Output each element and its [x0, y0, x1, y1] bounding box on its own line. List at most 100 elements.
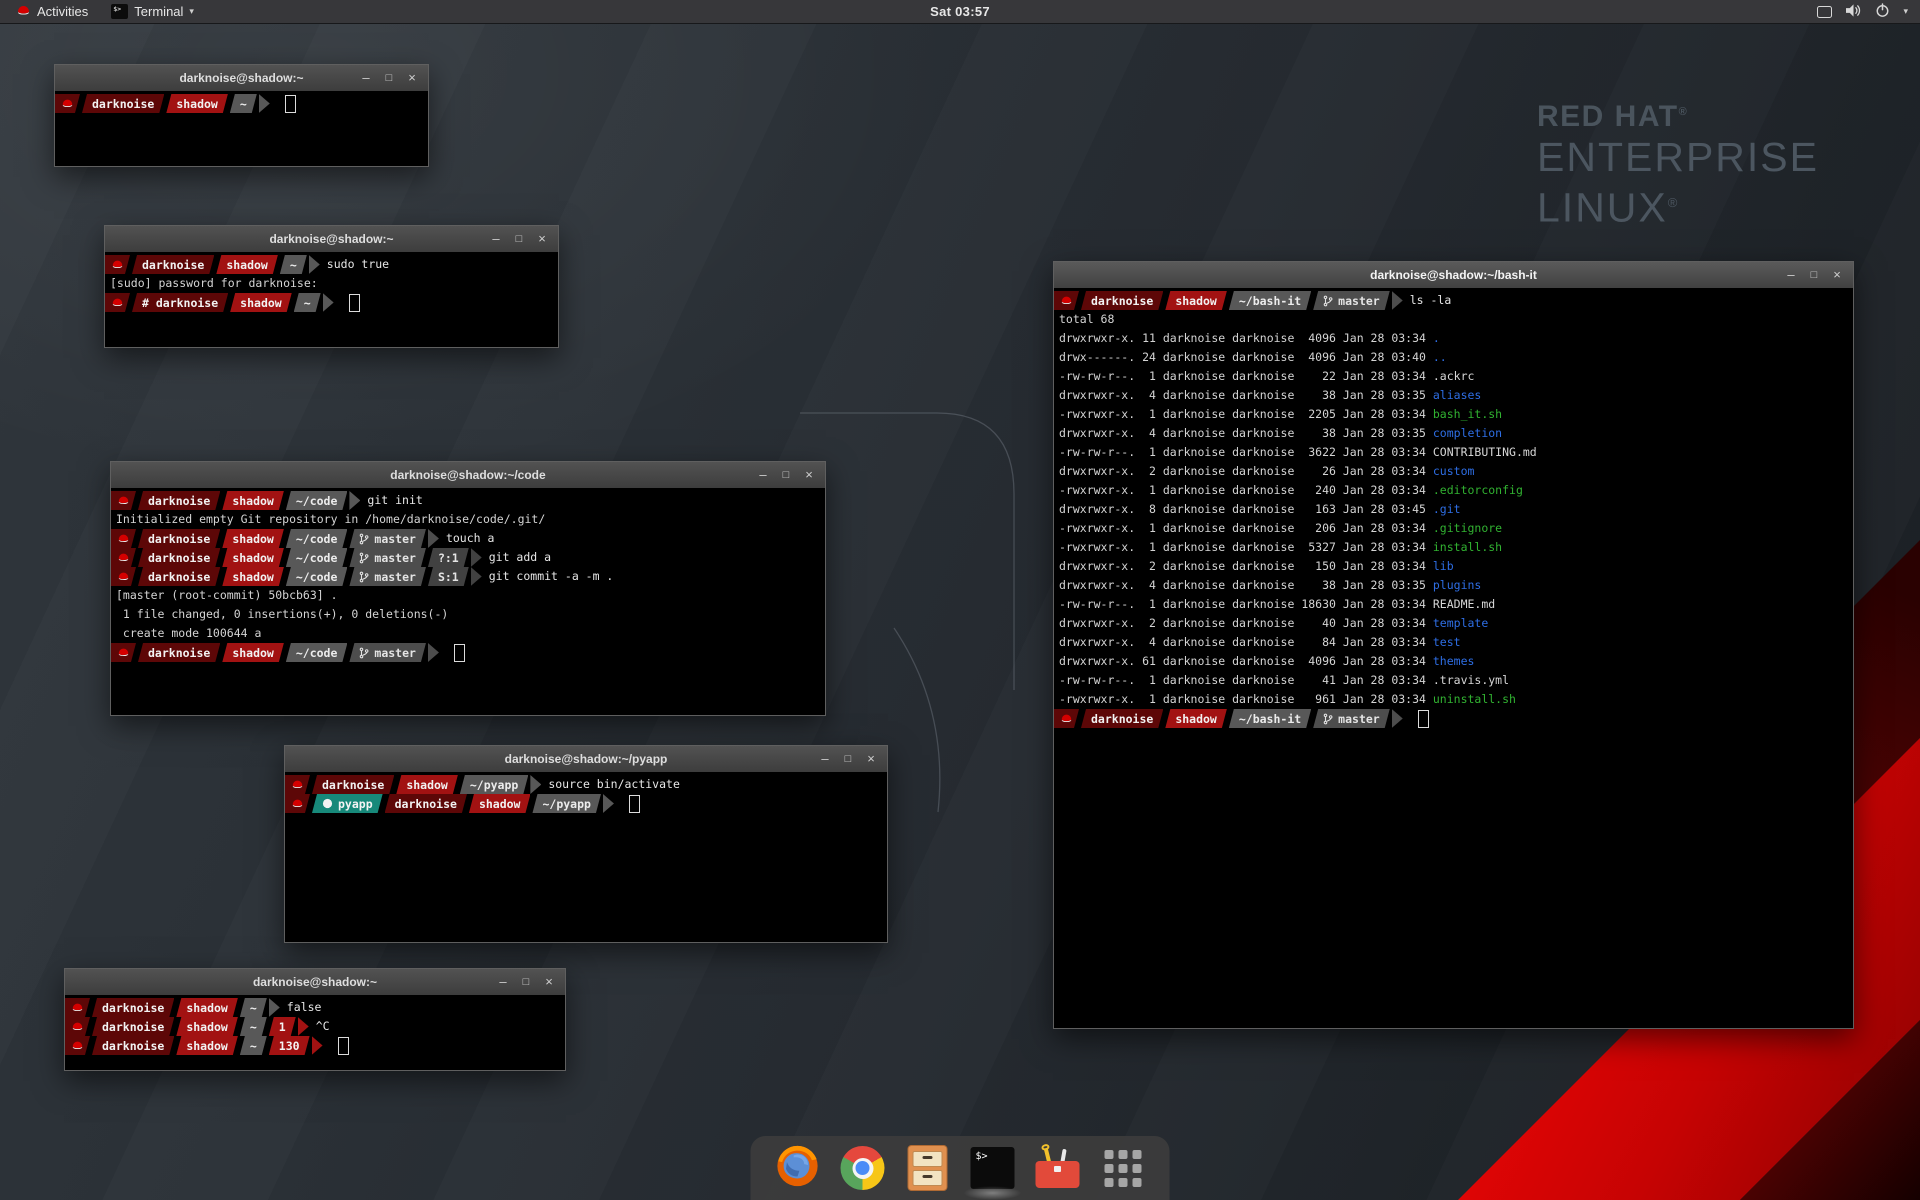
close-button[interactable]: ×	[405, 71, 419, 85]
app-menu-button[interactable]: $> Terminal ▾	[102, 0, 203, 23]
prompt-segment-user: darknoise	[1081, 291, 1163, 310]
redhat-icon	[1060, 294, 1073, 307]
prompt-segment-hat	[1054, 291, 1079, 310]
terminal-content[interactable]: darknoiseshadow~sudo true[sudo] password…	[105, 252, 558, 347]
prompt-segment-path: ~	[230, 94, 257, 113]
maximize-button[interactable]: □	[841, 752, 855, 766]
terminal-prompt-line: pyappdarknoiseshadow~/pyapp	[285, 794, 887, 813]
chevron-down-icon: ▾	[189, 6, 194, 17]
minimize-button[interactable]: –	[756, 468, 770, 482]
dock: $>	[751, 1136, 1170, 1200]
prompt-segment-host: shadow	[222, 529, 284, 548]
close-button[interactable]: ×	[535, 232, 549, 246]
minimize-button[interactable]: –	[1784, 268, 1798, 282]
terminal-prompt-line: darknoiseshadow~false	[65, 998, 565, 1017]
terminal-content[interactable]: darknoiseshadow~falsedarknoiseshadow~1^C…	[65, 995, 565, 1070]
activities-button[interactable]: Activities	[8, 0, 96, 23]
git-branch-icon	[1323, 713, 1333, 725]
terminal-content[interactable]: darknoiseshadow~/pyappsource bin/activat…	[285, 772, 887, 942]
window-title: darknoise@shadow:~/pyapp	[505, 752, 668, 766]
typed-command: false	[287, 998, 322, 1017]
file-attributes: drwxrwxr-x. 2 darknoise darknoise 150 Ja…	[1059, 559, 1433, 573]
terminal-cursor	[338, 1037, 349, 1055]
rhel-logo-brand: RED HAT®	[1537, 100, 1819, 134]
minimize-button[interactable]: –	[496, 975, 510, 989]
prompt-arrow-icon	[1392, 709, 1403, 728]
maximize-button[interactable]: □	[1807, 268, 1821, 282]
maximize-button[interactable]: □	[382, 71, 396, 85]
dock-item-chrome[interactable]	[840, 1145, 886, 1191]
prompt-segment-host: shadow	[396, 775, 458, 794]
prompt-segment-path: ~	[280, 255, 307, 274]
terminal-prompt-line: darknoiseshadow~/pyappsource bin/activat…	[285, 775, 887, 794]
titlebar[interactable]: darknoise@shadow:~ –□ ×	[65, 969, 565, 996]
file-name: .ackrc	[1433, 369, 1475, 383]
close-button[interactable]: ×	[802, 468, 816, 482]
file-name: template	[1433, 616, 1488, 630]
maximize-button[interactable]: □	[519, 975, 533, 989]
prompt-segment-path: ~/pyapp	[460, 775, 528, 794]
file-attributes: drwxrwxr-x. 4 darknoise darknoise 38 Jan…	[1059, 388, 1433, 402]
prompt-arrow-icon	[428, 529, 439, 548]
terminal-window-code: darknoise@shadow:~/code–□×darknoiseshado…	[110, 461, 826, 716]
file-attributes: drwx------. 24 darknoise darknoise 4096 …	[1059, 350, 1433, 364]
maximize-button[interactable]: □	[779, 468, 793, 482]
terminal-content[interactable]: darknoiseshadow~	[55, 91, 428, 166]
power-icon[interactable]	[1875, 3, 1890, 21]
close-button[interactable]: ×	[542, 975, 556, 989]
rhel-logo-enterprise: ENTERPRISE	[1537, 134, 1819, 180]
file-name: aliases	[1433, 388, 1481, 402]
titlebar[interactable]: darknoise@shadow:~/bash-it–□×	[1054, 262, 1853, 289]
prompt-segment-user: darknoise	[1081, 709, 1163, 728]
prompt-segment-path: ~/bash-it	[1229, 709, 1311, 728]
dock-item-app-grid[interactable]	[1100, 1145, 1146, 1191]
titlebar[interactable]: darknoise@shadow:~–□×	[105, 226, 558, 253]
file-attributes: -rw-rw-r--. 1 darknoise darknoise 22 Jan…	[1059, 369, 1433, 383]
close-button[interactable]: ×	[864, 752, 878, 766]
display-icon[interactable]	[1817, 6, 1832, 18]
close-button[interactable]: ×	[1830, 268, 1844, 282]
window-title: darknoise@shadow:~	[253, 975, 377, 989]
prompt-segment-exit: 1	[269, 1017, 296, 1036]
volume-icon[interactable]	[1845, 3, 1862, 21]
prompt-segment-path: ~/code	[286, 491, 348, 510]
minimize-button[interactable]: –	[359, 71, 373, 85]
activities-label: Activities	[37, 4, 88, 19]
clock[interactable]: Sat 03:57	[930, 4, 990, 19]
titlebar[interactable]: darknoise@shadow:~/code–□×	[111, 462, 825, 489]
minimize-button[interactable]: –	[489, 232, 503, 246]
terminal-window-exitcodes: darknoise@shadow:~ –□ × darknoiseshadow~fal…	[64, 968, 566, 1071]
rhel-logo-linux: LINUX®	[1537, 180, 1819, 231]
titlebar[interactable]: darknoise@shadow:~–□×	[55, 65, 428, 92]
prompt-segment-status: S:1	[428, 567, 469, 586]
dock-item-files[interactable]	[905, 1145, 951, 1191]
terminal-window-bash-it: darknoise@shadow:~/bash-it–□×darknoisesh…	[1053, 261, 1854, 1029]
chevron-down-icon[interactable]: ▾	[1903, 6, 1908, 17]
file-attributes: drwxrwxr-x. 4 darknoise darknoise 84 Jan…	[1059, 635, 1433, 649]
maximize-button[interactable]: □	[512, 232, 526, 246]
file-name: themes	[1433, 654, 1475, 668]
git-branch-icon	[359, 571, 369, 583]
window-buttons: –□ ×	[359, 65, 419, 91]
file-list-row: -rw-rw-r--. 1 darknoise darknoise 18630 …	[1054, 595, 1853, 614]
file-list-row: drwxrwxr-x. 2 darknoise darknoise 40 Jan…	[1054, 614, 1853, 633]
prompt-segment-host: shadow	[222, 567, 284, 586]
prompt-segment-user: darknoise	[82, 94, 164, 113]
dock-item-terminal[interactable]: $>	[970, 1145, 1016, 1191]
dock-item-toolbox[interactable]	[1035, 1145, 1081, 1191]
terminal-window-sudo: darknoise@shadow:~–□×darknoiseshadow~sud…	[104, 225, 559, 348]
typed-command: git commit -a -m .	[489, 567, 614, 586]
titlebar[interactable]: darknoise@shadow:~/pyapp –□ ×	[285, 746, 887, 773]
minimize-button[interactable]: –	[818, 752, 832, 766]
dock-item-firefox[interactable]	[775, 1145, 821, 1191]
prompt-segment-user: darknoise	[132, 255, 214, 274]
redhat-icon	[71, 1039, 84, 1052]
prompt-segment-host: shadow	[222, 643, 284, 662]
terminal-content[interactable]: darknoiseshadow~/codegit initInitialized…	[111, 488, 825, 715]
python-icon	[322, 798, 333, 809]
terminal-content[interactable]: darknoiseshadow~/bash-itmasterls -latota…	[1054, 288, 1853, 1028]
desktop: RED HAT® ENTERPRISE LINUX® darknoise@sha…	[0, 0, 1920, 1200]
file-name: CONTRIBUTING.md	[1433, 445, 1537, 459]
terminal-prompt-line: darknoiseshadow~/codemastertouch a	[111, 529, 825, 548]
file-name: .travis.yml	[1433, 673, 1509, 687]
